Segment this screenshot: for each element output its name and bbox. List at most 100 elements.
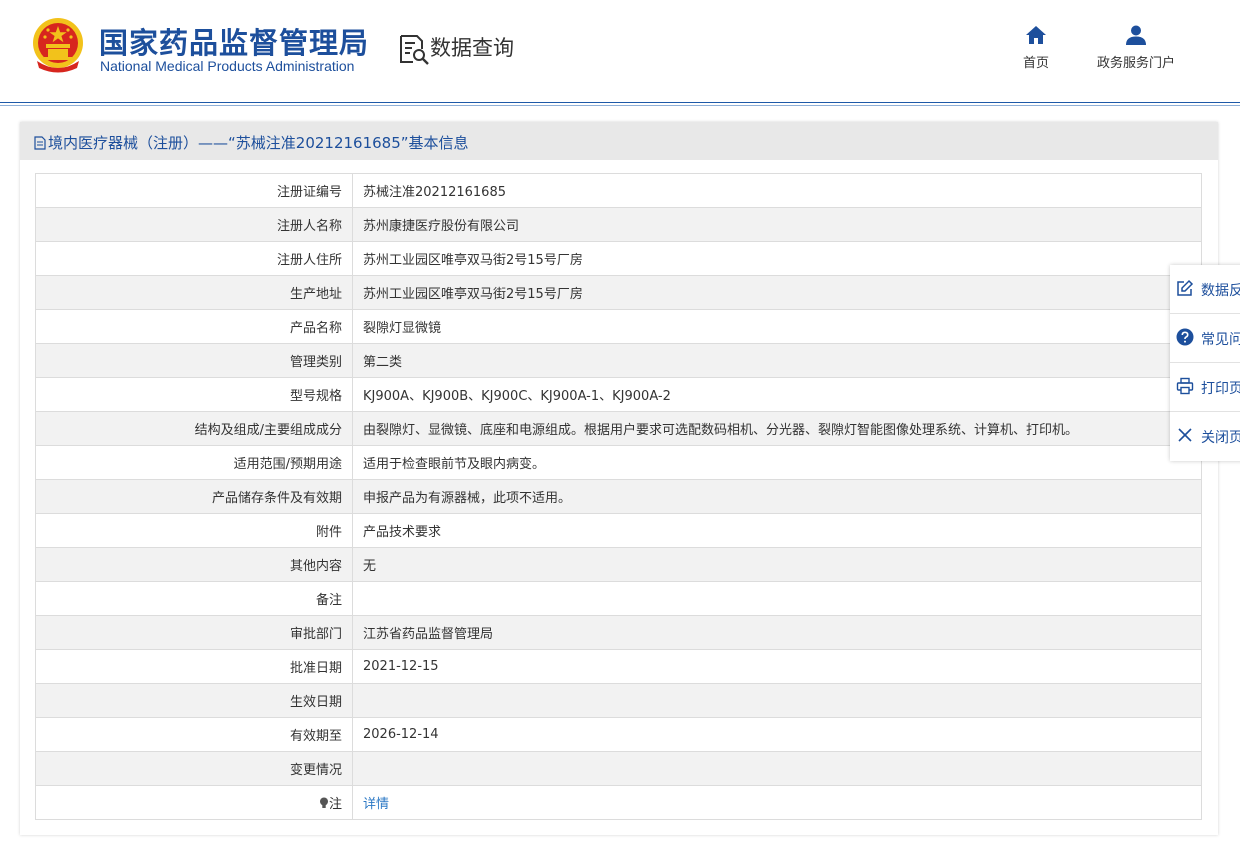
panel-title-text: 境内医疗器械（注册）——“苏械注准20212161685”基本信息 (48, 134, 469, 152)
field-value-text: 江苏省药品监督管理局 (363, 627, 494, 642)
field-label: 型号规格 (35, 377, 353, 412)
table-row: 附件 产品技术要求 (35, 513, 1202, 548)
feedback-label: 数据反 (1201, 283, 1240, 299)
field-value-text: 2026-12-14 (363, 727, 439, 742)
field-label-text: 批准日期 (289, 661, 342, 676)
printer-icon (1176, 377, 1194, 395)
panel-header: 境内医疗器械（注册）——“苏械注准20212161685”基本信息 (20, 122, 1218, 160)
table-row: 生产地址 苏州工业园区唯亭双马街2号15号厂房 (35, 275, 1202, 310)
field-label: 变更情况 (35, 751, 353, 786)
field-label-text: 变更情况 (289, 763, 342, 778)
feedback-button[interactable]: 数据反 (1170, 265, 1240, 314)
field-label: 生产地址 (35, 275, 353, 310)
field-value: KJ900A、KJ900B、KJ900C、KJ900A-1、KJ900A-2 (352, 377, 1202, 412)
field-label: 产品名称 (35, 309, 353, 344)
field-label: 结构及组成/主要组成成分 (35, 411, 353, 446)
field-label: 备注 (35, 581, 353, 616)
table-row: 结构及组成/主要组成成分 由裂隙灯、显微镜、底座和电源组成。根据用户要求可选配数码… (35, 411, 1202, 446)
print-button[interactable]: 打印页 (1170, 363, 1240, 412)
field-label-text: 注 (328, 797, 342, 812)
field-label-text: 其他内容 (289, 559, 342, 574)
field-value-text: 申报产品为有源器械，此项不适用。 (363, 491, 572, 506)
field-label-text: 审批部门 (289, 627, 342, 642)
field-label-text: 注册人住所 (276, 253, 342, 268)
field-value-text: 适用于检查眼前节及眼内病变。 (363, 457, 546, 472)
field-label-text: 注册证编号 (276, 185, 342, 200)
table-row: 适用范围/预期用途 适用于检查眼前节及眼内病变。 (35, 445, 1202, 480)
field-label-text: 产品名称 (289, 321, 342, 336)
field-value: 详情 (352, 785, 1202, 820)
field-value: 第二类 (352, 343, 1202, 378)
close-page-button[interactable]: 关闭页 (1170, 412, 1240, 460)
info-table: 注册证编号 苏械注准20212161685 注册人名称 苏州康捷医疗股份有限公司 注册人… (35, 173, 1202, 820)
field-label: 生效日期 (35, 683, 353, 718)
faq-button[interactable]: 常见问 (1170, 314, 1240, 363)
field-label: 批准日期 (35, 649, 353, 684)
table-row: 产品名称 裂隙灯显微镜 (35, 309, 1202, 344)
field-label-text: 有效期至 (289, 729, 342, 744)
field-value: 苏州工业园区唯亭双马街2号15号厂房 (352, 241, 1202, 276)
field-value: 申报产品为有源器械，此项不适用。 (352, 479, 1202, 514)
user-icon (1126, 25, 1146, 45)
field-value-text: 2021-12-15 (363, 659, 439, 674)
field-value: 苏械注准20212161685 (352, 173, 1202, 208)
field-label-text: 生产地址 (289, 287, 342, 302)
section-title: 数据查询 (430, 36, 514, 60)
table-row: 型号规格 KJ900A、KJ900B、KJ900C、KJ900A-1、KJ900A… (35, 377, 1202, 412)
table-row: 生效日期 (35, 683, 1202, 718)
floating-toolbar: 数据反 常见问 打印页 关闭页 (1170, 265, 1240, 461)
field-label-text: 备注 (315, 593, 342, 608)
details-link[interactable]: 详情 (363, 797, 389, 812)
field-label: 审批部门 (35, 615, 353, 650)
field-label: 注 (35, 785, 353, 820)
field-label-text: 产品储存条件及有效期 (211, 491, 342, 506)
field-value-text: 产品技术要求 (363, 525, 442, 540)
field-label: 有效期至 (35, 717, 353, 752)
field-label: 适用范围/预期用途 (35, 445, 353, 480)
field-value-text: 无 (363, 559, 377, 574)
table-row: 有效期至 2026-12-14 (35, 717, 1202, 752)
org-name-en: National Medical Products Administration (100, 58, 355, 74)
print-label: 打印页 (1201, 381, 1240, 397)
edit-icon (1177, 279, 1194, 296)
field-label: 注册证编号 (35, 173, 353, 208)
table-row: 审批部门 江苏省药品监督管理局 (35, 615, 1202, 650)
table-row: 管理类别 第二类 (35, 343, 1202, 378)
header-divider-light (0, 105, 1240, 106)
nav-home-link[interactable]: 首页 (1008, 24, 1064, 74)
field-value: 苏州工业园区唯亭双马街2号15号厂房 (352, 275, 1202, 310)
field-label-text: 结构及组成/主要组成成分 (194, 423, 342, 438)
field-label: 产品储存条件及有效期 (35, 479, 353, 514)
field-value: 2026-12-14 (352, 717, 1202, 752)
field-value-text: KJ900A、KJ900B、KJ900C、KJ900A-1、KJ900A-2 (363, 389, 671, 404)
document-icon (34, 136, 46, 150)
field-label: 其他内容 (35, 547, 353, 582)
field-label: 注册人住所 (35, 241, 353, 276)
field-value-text: 裂隙灯显微镜 (363, 321, 442, 336)
lightbulb-icon (319, 797, 328, 808)
table-row: 批准日期 2021-12-15 (35, 649, 1202, 684)
nav-home-label: 首页 (1022, 56, 1049, 71)
home-icon (1026, 26, 1046, 44)
question-icon (1176, 328, 1194, 346)
table-row: 注册人住所 苏州工业园区唯亭双马街2号15号厂房 (35, 241, 1202, 276)
field-label: 附件 (35, 513, 353, 548)
table-row: 注册人名称 苏州康捷医疗股份有限公司 (35, 207, 1202, 242)
org-name-cn: 国家药品监督管理局 (99, 26, 370, 60)
nav-gov-portal-link[interactable]: 政务服务门户 (1088, 24, 1184, 74)
field-value-text: 第二类 (363, 355, 403, 370)
field-label-text: 型号规格 (289, 389, 342, 404)
table-row: 注 详情 (35, 785, 1202, 820)
field-value: 无 (352, 547, 1202, 582)
field-label-text: 附件 (315, 525, 342, 540)
field-label-text: 生效日期 (289, 695, 342, 710)
field-value (352, 751, 1202, 786)
field-value-text: 苏械注准20212161685 (363, 185, 506, 200)
field-value-text: 苏州工业园区唯亭双马街2号15号厂房 (363, 287, 583, 302)
data-query-icon (400, 35, 429, 65)
detail-panel: 境内医疗器械（注册）——“苏械注准20212161685”基本信息 注册证编号苏… (20, 122, 1218, 835)
site-header: 国家药品监督管理局 National Medical Products Admi… (0, 0, 1240, 100)
field-value-text: 苏州工业园区唯亭双马街2号15号厂房 (363, 253, 583, 268)
national-emblem-icon (33, 18, 83, 73)
field-value: 产品技术要求 (352, 513, 1202, 548)
